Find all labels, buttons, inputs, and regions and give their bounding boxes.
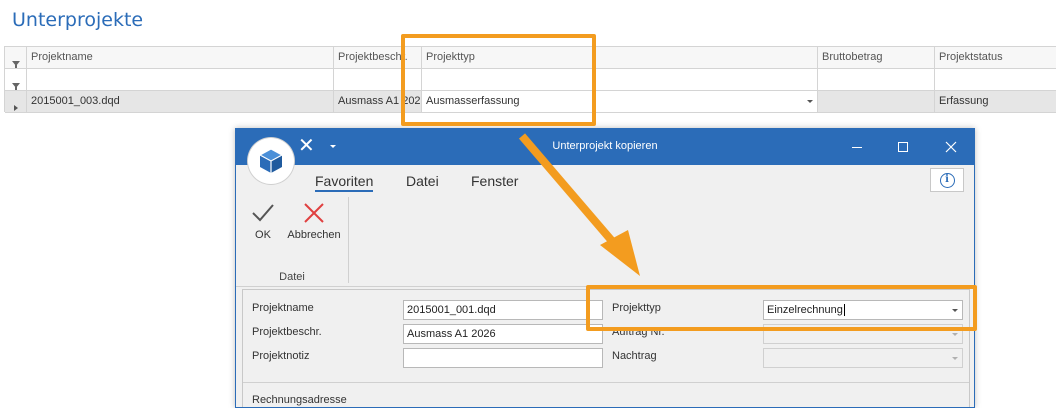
close-icon xyxy=(945,141,957,153)
chevron-down-icon xyxy=(952,357,958,360)
projektbeschr-label: Projektbeschr. xyxy=(252,326,322,338)
minimize-button[interactable] xyxy=(834,129,880,165)
filter-row-icon xyxy=(5,69,27,90)
column-header-projektstatus[interactable]: Projektstatus xyxy=(935,47,1056,68)
cancel-x-icon xyxy=(304,203,324,223)
cancel-button-label: Abbrechen xyxy=(287,229,341,241)
form-divider xyxy=(243,382,969,383)
chevron-down-icon xyxy=(952,333,958,336)
ribbon-group-label: Datei xyxy=(279,271,305,283)
info-icon: i xyxy=(939,172,955,188)
ok-button-label: OK xyxy=(255,229,271,241)
checkmark-icon xyxy=(252,204,274,222)
copy-subproject-dialog: ✕ Unterprojekt kopieren Favoriten Datei … xyxy=(235,128,975,408)
page-title: Unterprojekte xyxy=(12,9,144,31)
info-button[interactable]: i xyxy=(930,168,964,192)
ribbon-tabs: Favoriten Datei Fenster i xyxy=(236,165,974,195)
ribbon-separator xyxy=(348,197,349,283)
tab-fenster[interactable]: Fenster xyxy=(471,173,518,189)
highlight-box-dialog-projekttyp xyxy=(586,285,977,331)
nachtrag-select xyxy=(763,348,963,368)
highlight-box-grid-projekttyp xyxy=(401,34,596,126)
minimize-icon xyxy=(852,146,862,148)
ribbon: OK Abbrechen Datei xyxy=(236,195,974,287)
dialog-titlebar: ✕ Unterprojekt kopieren xyxy=(236,129,974,165)
cell-projektname[interactable]: 2015001_003.dqd xyxy=(27,91,334,112)
row-indicator-icon xyxy=(5,91,27,112)
projektnotiz-input[interactable] xyxy=(403,348,603,368)
maximize-button[interactable] xyxy=(880,129,926,165)
chevron-down-icon[interactable] xyxy=(807,100,813,103)
maximize-icon xyxy=(898,142,908,152)
filter-cell-projektstatus[interactable] xyxy=(935,69,1056,90)
tab-datei[interactable]: Datei xyxy=(406,173,439,189)
filter-cell-projektname[interactable] xyxy=(27,69,334,90)
cell-bruttobetrag[interactable] xyxy=(818,91,935,112)
projektbeschr-input[interactable]: Ausmass A1 2026 xyxy=(403,324,603,344)
nachtrag-label: Nachtrag xyxy=(612,350,657,362)
cube-icon xyxy=(258,148,284,173)
projektname-label: Projektname xyxy=(252,302,314,314)
header-filter-icon[interactable] xyxy=(5,47,27,68)
column-header-bruttobetrag[interactable]: Bruttobetrag xyxy=(818,47,935,68)
app-logo xyxy=(248,138,294,184)
tab-favoriten[interactable]: Favoriten xyxy=(315,173,374,192)
close-button[interactable] xyxy=(928,129,974,165)
column-header-projektname[interactable]: Projektname xyxy=(27,47,334,68)
projektname-input[interactable]: 2015001_001.dqd xyxy=(403,300,603,320)
projektnotiz-label: Projektnotiz xyxy=(252,350,310,362)
cancel-button[interactable]: Abbrechen xyxy=(286,201,342,241)
filter-cell-bruttobetrag[interactable] xyxy=(818,69,935,90)
rechnungsadresse-label: Rechnungsadresse xyxy=(252,394,347,406)
cell-projektstatus[interactable]: Erfassung xyxy=(935,91,1056,112)
ok-button[interactable]: OK xyxy=(248,201,278,241)
